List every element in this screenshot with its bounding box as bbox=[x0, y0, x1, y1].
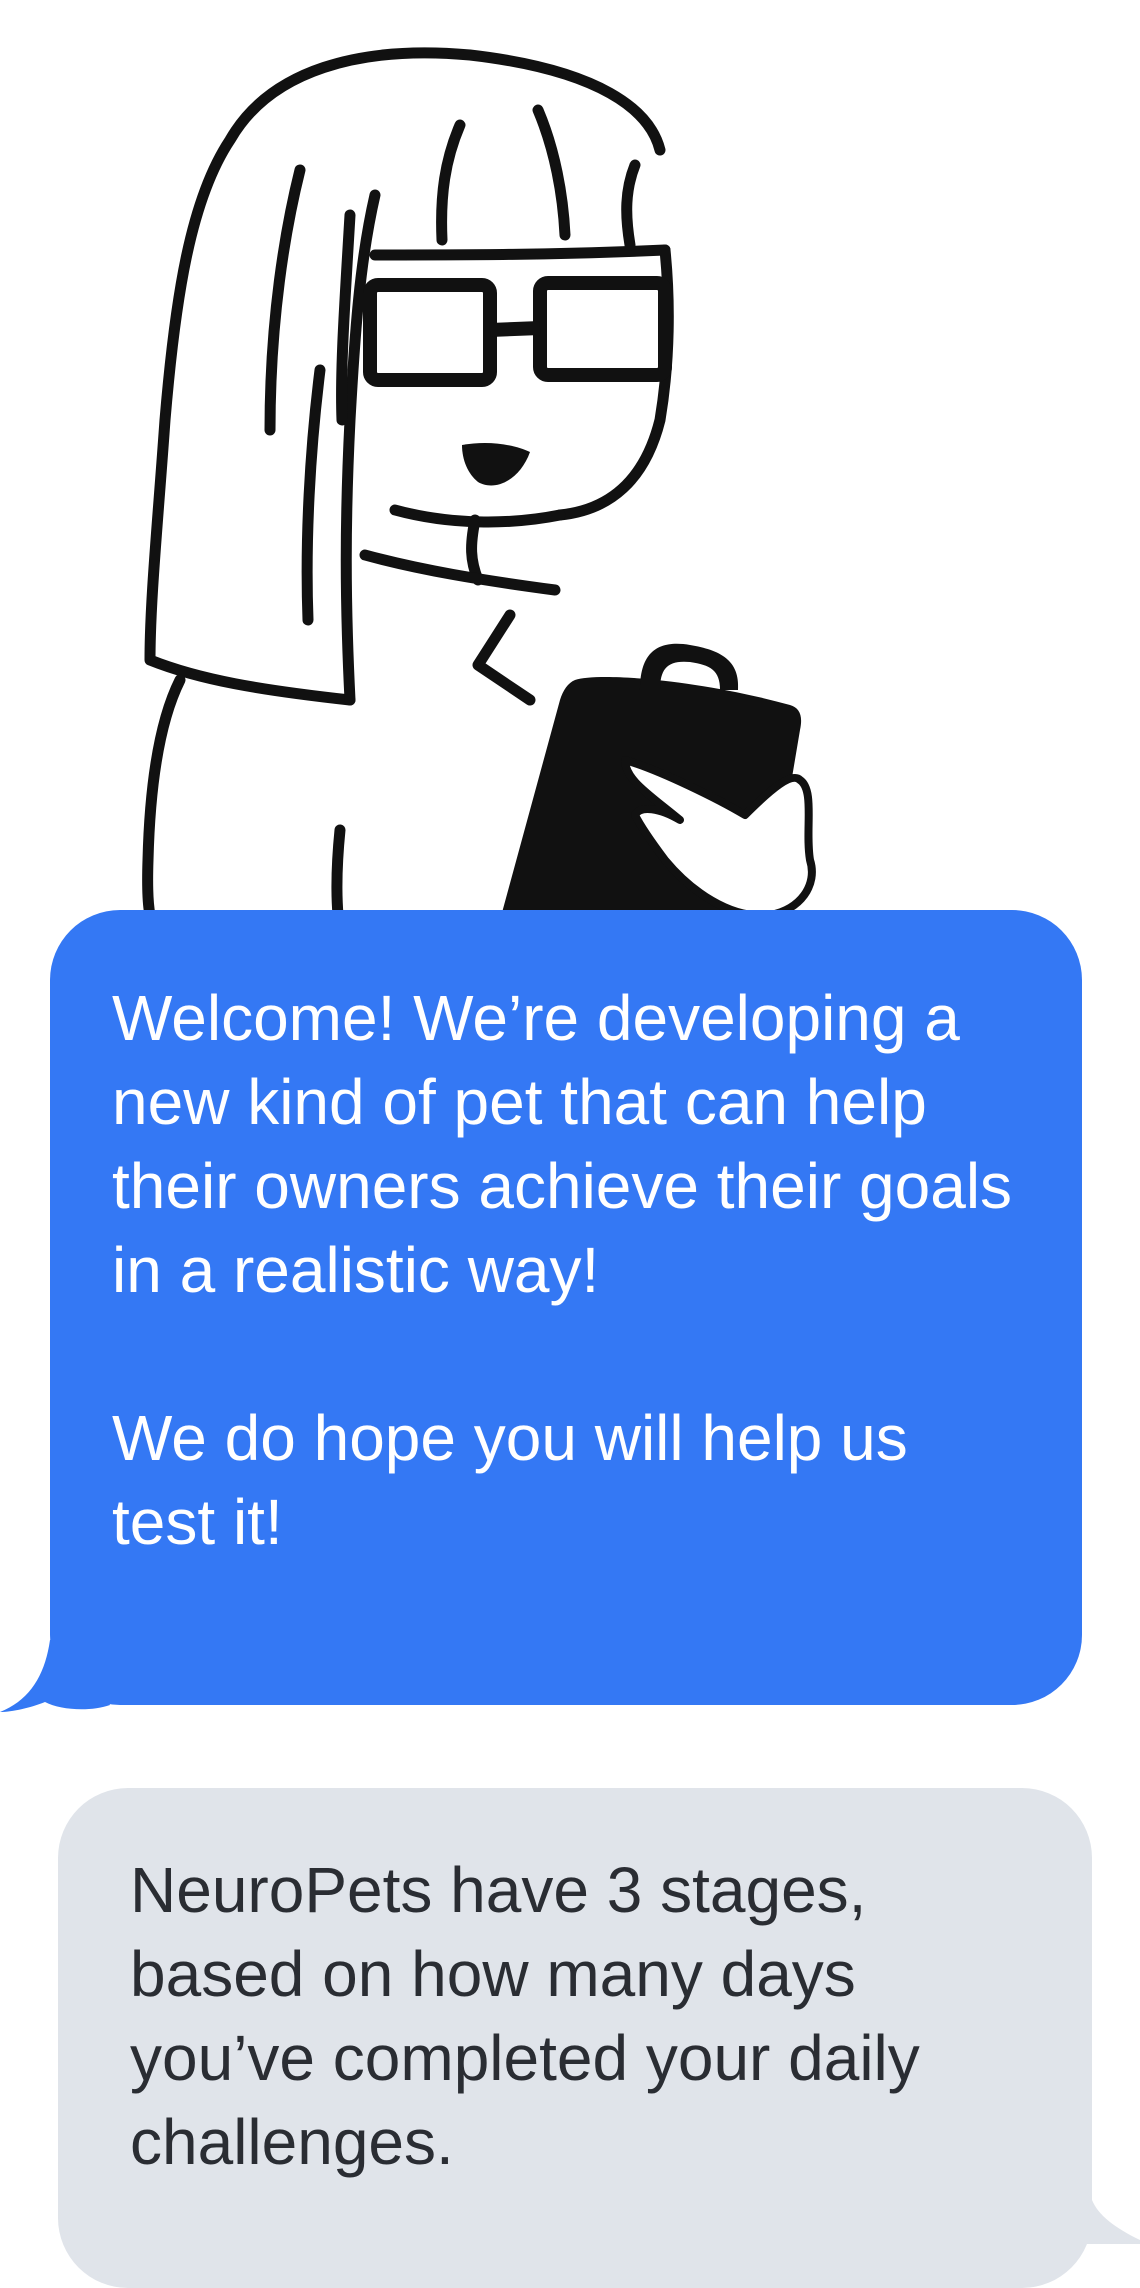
message-text: NeuroPets have 3 stages, based on how ma… bbox=[130, 1854, 920, 2178]
incoming-message-bubble: Welcome! We’re developing a new kind of … bbox=[50, 910, 1082, 1705]
outgoing-bubble-tail bbox=[1040, 2150, 1140, 2244]
outgoing-message-bubble: NeuroPets have 3 stages, based on how ma… bbox=[58, 1788, 1092, 2288]
character-illustration bbox=[142, 47, 816, 920]
incoming-bubble-tail bbox=[0, 1640, 110, 1712]
message-text: Welcome! We’re developing a new kind of … bbox=[112, 982, 1013, 1306]
message-text: We do hope you will help us test it! bbox=[112, 1402, 908, 1558]
